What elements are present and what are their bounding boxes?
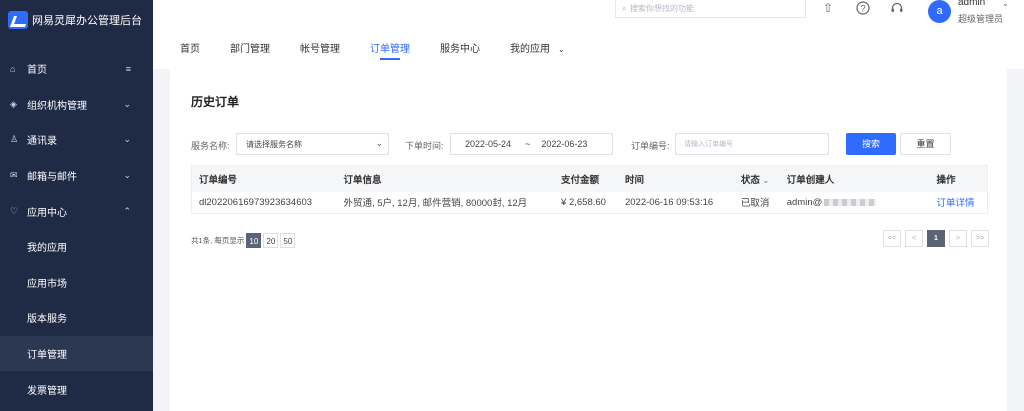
sidebar-item-contacts[interactable]: ♙ 通讯录 ⌄: [0, 122, 153, 158]
page-size-selector: 共1条, 每页显示 10 20 50: [191, 233, 296, 248]
sidebar-subitem-invoice-management[interactable]: 发票管理: [0, 371, 153, 407]
sidebar: 网易灵犀办公管理后台 ⌂ 首页 ≡ ◈ 组织机构管理 ⌄ ♙ 通讯录 ⌄ ✉ 邮…: [0, 0, 153, 411]
cell-time: 2022-06-16 09:53:16: [624, 196, 714, 208]
col-header-amount: 支付金额: [561, 174, 600, 186]
sidebar-subitem-my-apps[interactable]: 我的应用: [0, 229, 153, 265]
service-name-placeholder: 请选择服务名称: [246, 139, 302, 149]
chevron-down-icon[interactable]: ⌄: [558, 45, 565, 54]
order-time-label: 下单时间:: [405, 141, 444, 151]
chevron-down-icon: ⌄: [375, 138, 383, 148]
cell-order-id: dl20220616973923634603: [199, 196, 313, 208]
col-header-order-id: 订单编号: [199, 174, 238, 186]
date-end: 2022-06-23: [541, 139, 588, 149]
first-page-button[interactable]: <<: [883, 230, 901, 247]
order-detail-link[interactable]: 订单详情: [937, 198, 975, 209]
tab-department[interactable]: 部门管理: [230, 29, 270, 69]
order-number-label: 订单编号:: [631, 141, 670, 151]
col-header-status-label: 状态: [740, 174, 760, 186]
cell-action: 订单详情: [930, 192, 988, 214]
cell-amount: ¥ 2,658.60: [561, 196, 606, 208]
prev-page-button[interactable]: <: [905, 230, 923, 247]
cell-status: 已取消: [740, 198, 770, 210]
brand[interactable]: 网易灵犀办公管理后台: [0, 0, 153, 40]
apps-icon: ♡: [10, 205, 19, 216]
search-icon: ⌕: [622, 3, 628, 13]
chevron-down-icon: ⌄: [123, 170, 131, 181]
page-title: 历史订单: [191, 95, 240, 109]
sidebar-item-label: 组织机构管理: [27, 100, 87, 112]
mail-icon: ✉: [10, 170, 18, 181]
sidebar-item-org[interactable]: ◈ 组织机构管理 ⌄: [0, 87, 153, 123]
next-page-button[interactable]: >: [949, 230, 967, 247]
sidebar-subitem-order-management[interactable]: 订单管理: [0, 335, 153, 372]
service-name-label: 服务名称:: [191, 141, 230, 151]
contacts-icon: ♙: [10, 134, 19, 145]
top-nav-tabs: 首页 部门管理 帐号管理 订单管理 服务中心 我的应用 ⌄: [153, 29, 1024, 69]
date-separator: ~: [525, 139, 531, 149]
search-placeholder: 搜索你想找的功能: [630, 4, 695, 13]
sidebar-item-mail[interactable]: ✉ 邮箱与邮件 ⌄: [0, 158, 153, 194]
col-header-creator: 订单创建人: [786, 174, 835, 186]
col-header-time: 时间: [624, 174, 644, 186]
total-count-text: 共1条, 每页显示: [191, 236, 245, 245]
chevron-up-icon: ⌃: [123, 205, 131, 216]
chevron-down-icon[interactable]: ⌄: [1002, 0, 1009, 8]
user-role: 超级管理员: [958, 14, 1004, 24]
cell-creator: admin@: [780, 192, 930, 214]
creator-email: admin@: [786, 196, 823, 208]
col-header-order-info: 订单信息: [343, 174, 382, 186]
date-range-picker[interactable]: 2022-05-24 ~ 2022-06-23: [450, 133, 613, 155]
help-icon[interactable]: ?: [855, 1, 871, 17]
brand-title: 网易灵犀办公管理后台: [32, 15, 142, 27]
page-number-button[interactable]: 1: [927, 230, 945, 247]
masked-email: [824, 198, 877, 206]
sidebar-subitem-app-market[interactable]: 应用市场: [0, 265, 153, 301]
table-header-row: 订单编号 订单信息 支付金额 时间 状态 ⌄ 订单创建人 操作: [191, 165, 988, 192]
order-number-input[interactable]: 请输入订单编号: [675, 133, 829, 155]
user-name[interactable]: admin: [958, 0, 985, 8]
tab-order-management[interactable]: 订单管理: [370, 29, 410, 69]
order-number-placeholder: 请输入订单编号: [684, 141, 733, 148]
last-page-button[interactable]: >>: [971, 230, 989, 247]
top-bar: ⌕ 搜索你想找的功能 ⇧ ? a admin ⌄ 超级管理员: [153, 0, 1024, 29]
table-row: dl20220616973923634603 外贸通, 5户, 12月, 邮件营…: [191, 192, 988, 214]
tab-account[interactable]: 帐号管理: [300, 29, 340, 69]
sidebar-subitem-version-service[interactable]: 版本服务: [0, 300, 153, 336]
upload-icon[interactable]: ⇧: [820, 1, 836, 17]
reset-button[interactable]: 重置: [900, 133, 951, 155]
tab-my-apps[interactable]: 我的应用: [510, 29, 550, 69]
search-input[interactable]: ⌕ 搜索你想找的功能: [615, 0, 806, 18]
page-size-20[interactable]: 20: [263, 233, 279, 248]
service-name-select[interactable]: 请选择服务名称 ⌄: [236, 133, 389, 155]
sidebar-item-label: 邮箱与邮件: [27, 172, 77, 184]
sidebar-item-label: 应用中心: [27, 207, 67, 219]
sidebar-item-label: 通讯录: [27, 136, 57, 148]
date-start: 2022-05-24: [465, 139, 512, 149]
chevron-down-icon[interactable]: ⌄: [762, 176, 769, 185]
avatar[interactable]: a: [928, 0, 951, 23]
sidebar-item-apps[interactable]: ♡ 应用中心 ⌃: [0, 193, 153, 229]
tab-service-center[interactable]: 服务中心: [440, 29, 480, 69]
main-panel: 历史订单 服务名称: 请选择服务名称 ⌄ 下单时间: 2022-05-24 ~ …: [170, 69, 1007, 411]
page-size-50[interactable]: 50: [280, 233, 296, 248]
org-icon: ◈: [10, 98, 17, 109]
pagination: << < 1 > >>: [879, 230, 989, 247]
cell-order-info: 外贸通, 5户, 12月, 邮件营销, 80000封, 12月: [343, 198, 528, 210]
sidebar-item-home[interactable]: ⌂ 首页 ≡: [0, 51, 153, 87]
col-header-action: 操作: [936, 174, 956, 186]
search-button[interactable]: 搜索: [846, 133, 896, 155]
menu-toggle-icon[interactable]: ≡: [126, 64, 131, 74]
chevron-down-icon: ⌄: [123, 134, 131, 145]
headset-icon[interactable]: [889, 1, 905, 17]
svg-text:?: ?: [860, 4, 865, 14]
page-size-10[interactable]: 10: [246, 233, 262, 248]
brand-logo-icon: [8, 11, 28, 29]
tab-home[interactable]: 首页: [180, 29, 200, 69]
chevron-down-icon: ⌄: [123, 98, 131, 109]
sidebar-item-label: 首页: [27, 65, 47, 77]
orders-table: 订单编号 订单信息 支付金额 时间 状态 ⌄ 订单创建人 操作 dl202206…: [191, 165, 988, 214]
home-icon: ⌂: [10, 63, 16, 74]
col-header-status[interactable]: 状态 ⌄: [734, 166, 780, 192]
